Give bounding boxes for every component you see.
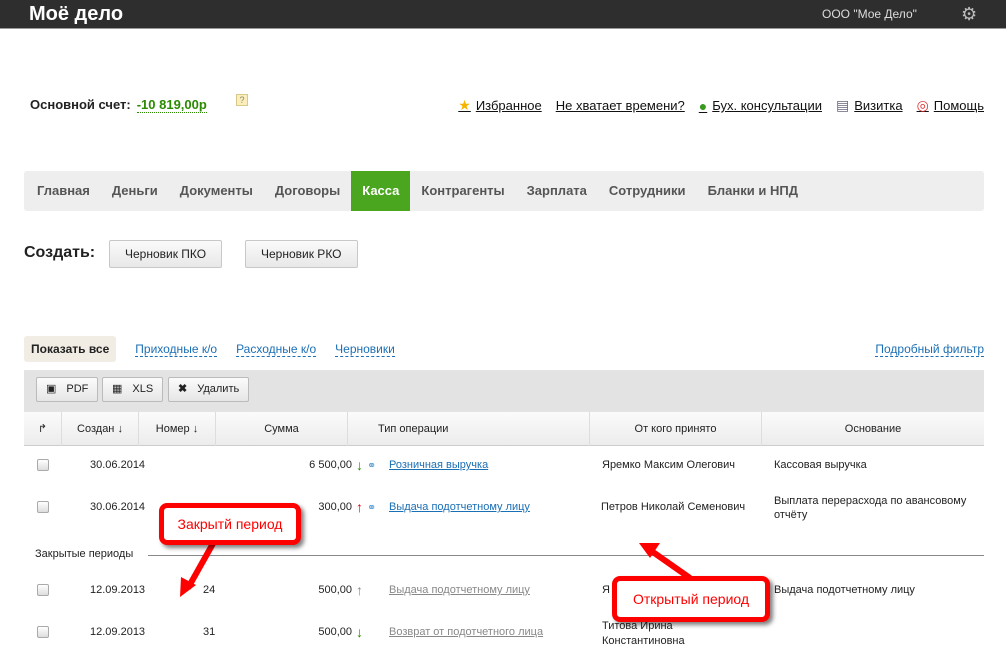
open-arrow <box>648 547 692 581</box>
open-period-callout: Открытый период <box>612 576 770 622</box>
closed-arrow <box>185 538 218 590</box>
closed-period-callout: Закрытй период <box>159 503 301 545</box>
callout-arrows <box>180 538 692 597</box>
